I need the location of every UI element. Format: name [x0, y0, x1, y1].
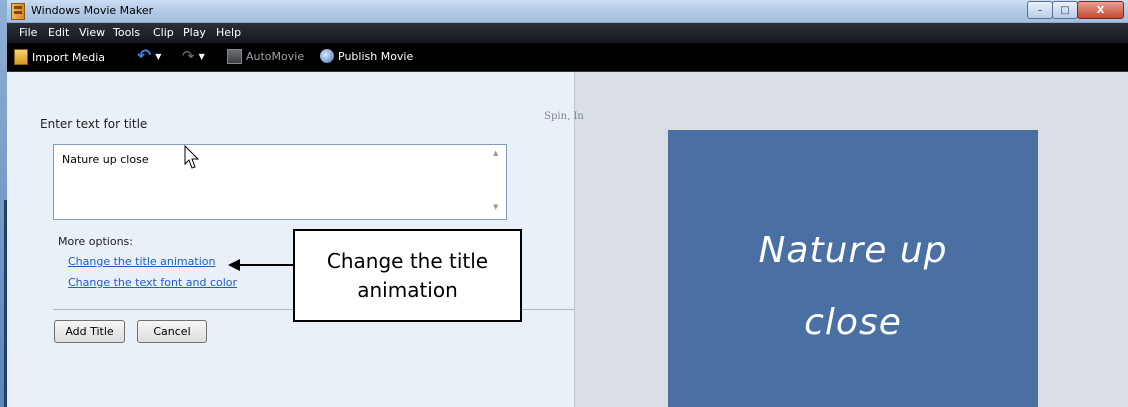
- title-bar[interactable]: Windows Movie Maker – □ X: [7, 0, 1128, 23]
- callout-arrow-icon: [228, 259, 240, 271]
- automovie-icon: [227, 49, 242, 64]
- menu-clip[interactable]: Clip: [153, 26, 174, 39]
- add-title-button[interactable]: Add Title: [54, 320, 125, 343]
- publish-movie-icon: [320, 49, 334, 63]
- import-media-icon: [14, 49, 28, 65]
- scroll-up-icon[interactable]: ▲: [493, 149, 498, 157]
- menu-edit[interactable]: Edit: [48, 26, 69, 39]
- menu-help[interactable]: Help: [216, 26, 241, 39]
- change-font-color-link[interactable]: Change the text font and color: [68, 276, 237, 289]
- menu-view[interactable]: View: [79, 26, 105, 39]
- redo-dropdown-icon[interactable]: ▼: [199, 52, 205, 61]
- scroll-down-icon[interactable]: ▼: [493, 203, 498, 211]
- redo-icon: ↷: [182, 47, 195, 65]
- automovie-label: AutoMovie: [246, 50, 305, 63]
- film-icon: [11, 3, 25, 20]
- more-options-label: More options:: [58, 235, 133, 248]
- title-preview: Nature up close: [668, 130, 1038, 407]
- preview-line-2: close: [804, 302, 902, 343]
- maximize-button[interactable]: □: [1052, 1, 1078, 19]
- menu-bar: File Edit View Tools Clip Play Help: [7, 23, 1128, 43]
- publish-movie-button[interactable]: Publish Movie: [320, 49, 413, 63]
- animation-effect-label: Spin, In: [544, 111, 584, 122]
- menu-play[interactable]: Play: [183, 26, 206, 39]
- annotation-callout: Change the title animation: [293, 229, 522, 322]
- toolbar: Import Media ↶ ▼ ↷ ▼ AutoMovie Publish M…: [7, 43, 1128, 72]
- menu-file[interactable]: File: [19, 26, 37, 39]
- minimize-button[interactable]: –: [1027, 1, 1053, 19]
- preview-line-1: Nature up: [758, 230, 948, 271]
- change-title-animation-link[interactable]: Change the title animation: [68, 255, 215, 268]
- import-media-label: Import Media: [32, 50, 106, 64]
- undo-dropdown-icon[interactable]: ▼: [155, 52, 161, 61]
- callout-arrow-line: [240, 264, 293, 266]
- window-left-edge: [0, 0, 7, 407]
- undo-button[interactable]: ↶ ▼: [137, 46, 161, 66]
- title-text-input[interactable]: Nature up close: [53, 144, 507, 220]
- publish-movie-label: Publish Movie: [338, 49, 414, 63]
- automovie-button[interactable]: AutoMovie: [227, 49, 304, 64]
- mouse-cursor-icon: [184, 145, 200, 169]
- close-button[interactable]: X: [1077, 1, 1124, 19]
- undo-icon: ↶: [137, 46, 152, 66]
- window-title: Windows Movie Maker: [31, 4, 154, 17]
- import-media-button[interactable]: Import Media: [14, 49, 105, 65]
- redo-button[interactable]: ↷ ▼: [182, 47, 205, 65]
- movie-maker-window: Windows Movie Maker – □ X File Edit View…: [7, 0, 1128, 407]
- menu-tools[interactable]: Tools: [113, 26, 140, 39]
- cancel-button[interactable]: Cancel: [137, 320, 207, 343]
